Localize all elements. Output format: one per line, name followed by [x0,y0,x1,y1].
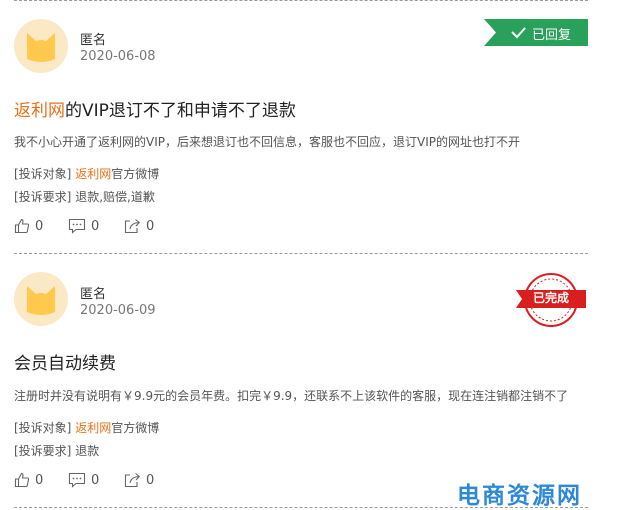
title-text[interactable]: 的VIP退订不了和申请不了退款 [65,101,296,121]
thumbs-up-icon [14,472,30,488]
thumbs-up-icon [14,218,30,234]
target-label: [投诉对象] [14,167,72,181]
share-button[interactable]: 0 [124,470,154,490]
demand-label: [投诉要求] [14,444,72,458]
share-count: 0 [146,218,155,234]
complaint-description: 注册时并没有说明有￥9.9元的会员年费。扣完￥9.9，还联系不上该软件的客服，现… [14,389,569,403]
cat-avatar-icon [14,19,68,73]
author-name: 匿名 [80,33,107,48]
watermark: 电商资源网 [457,483,582,509]
share-icon [124,473,140,488]
like-button[interactable]: 0 [14,216,43,236]
demand-value: 退款,赔偿,道歉 [75,190,155,204]
target-brand-link[interactable]: 返利网 [75,421,111,435]
target-rest: 官方微博 [111,421,160,435]
complaint-demand: [投诉要求] 退款 [14,442,99,459]
like-count: 0 [35,218,44,234]
complaint-title[interactable]: 返利网的VIP退订不了和申请不了退款 [14,96,296,121]
status-badge-replied: 已回复 [484,19,588,46]
post-date: 2020-06-08 [80,49,156,64]
complaint-target: [投诉对象] 返利网官方微博 [14,419,159,436]
share-icon [124,219,140,234]
target-rest: 官方微博 [111,167,160,181]
share-button[interactable]: 0 [124,216,154,236]
comment-button[interactable]: 0 [68,216,99,236]
demand-label: [投诉要求] [14,190,72,204]
comment-icon [68,218,86,234]
divider [14,253,588,254]
complaint-demand: [投诉要求] 退款,赔偿,道歉 [14,188,155,205]
complaint-target: [投诉对象] 返利网官方微博 [14,165,159,182]
author-name: 匿名 [80,287,107,302]
demand-value: 退款 [75,444,100,458]
complaint-title[interactable]: 会员自动续费 [14,349,116,374]
complaint-description: 我不小心开通了返利网的VIP，后来想退订也不回信息，客服也不回应，退订VIP的网… [14,135,520,149]
comment-count: 0 [91,472,100,488]
like-count: 0 [35,472,44,488]
comment-icon [68,472,86,488]
comment-button[interactable]: 0 [68,470,99,490]
target-brand-link[interactable]: 返利网 [75,167,111,181]
target-label: [投诉对象] [14,421,72,435]
status-label: 已回复 [532,28,572,43]
cat-avatar-icon [14,272,68,326]
status-label: 已完成 [532,291,569,305]
stamp-seal-icon: 已完成 [514,272,588,328]
like-button[interactable]: 0 [14,470,43,490]
title-text[interactable]: 会员自动续费 [14,354,116,374]
share-count: 0 [146,472,155,488]
divider-top [14,0,588,1]
comment-count: 0 [91,218,100,234]
title-brand[interactable]: 返利网 [14,101,65,121]
post-date: 2020-06-09 [80,303,156,318]
